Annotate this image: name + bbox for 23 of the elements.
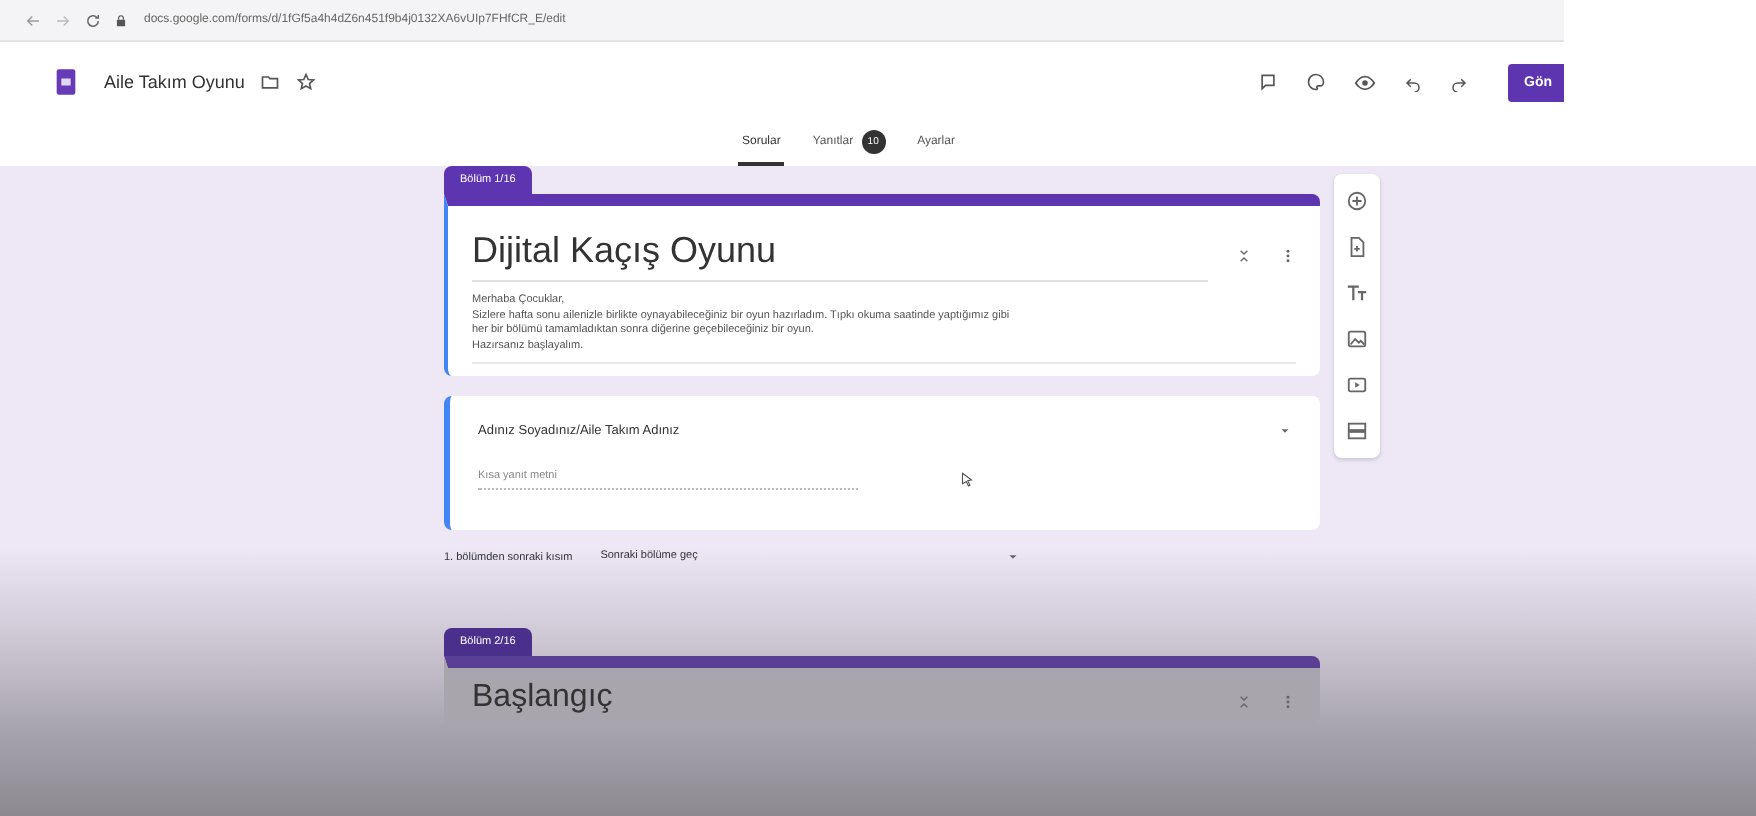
- title-text-icon[interactable]: [1346, 282, 1368, 304]
- folder-icon[interactable]: [260, 72, 281, 92]
- speech-bubble-icon[interactable]: [1258, 72, 1278, 92]
- import-questions-icon[interactable]: [1346, 236, 1368, 258]
- cursor-icon: [958, 470, 976, 490]
- image-icon[interactable]: [1346, 328, 1368, 350]
- palette-icon[interactable]: [1306, 72, 1326, 92]
- form-title[interactable]: Aile Takım Oyunu: [104, 72, 245, 92]
- video-icon[interactable]: [1346, 374, 1368, 396]
- collapse-icon[interactable]: [1236, 248, 1252, 264]
- eye-icon[interactable]: [1354, 71, 1376, 93]
- lock-icon: [114, 13, 128, 27]
- star-icon[interactable]: [296, 72, 317, 92]
- forms-logo-icon[interactable]: [52, 64, 80, 100]
- caret-icon[interactable]: [1278, 424, 1292, 438]
- reload-icon[interactable]: [84, 11, 102, 29]
- add-section-icon[interactable]: [1346, 420, 1368, 442]
- section-title[interactable]: Dijital Kaçış Oyunu: [472, 230, 1208, 282]
- caret-icon: [1006, 550, 1021, 564]
- add-question-icon[interactable]: [1346, 190, 1368, 212]
- section-title[interactable]: Başlangıç: [472, 680, 1208, 724]
- redo-icon[interactable]: [1450, 73, 1468, 91]
- undo-icon[interactable]: [1404, 73, 1422, 91]
